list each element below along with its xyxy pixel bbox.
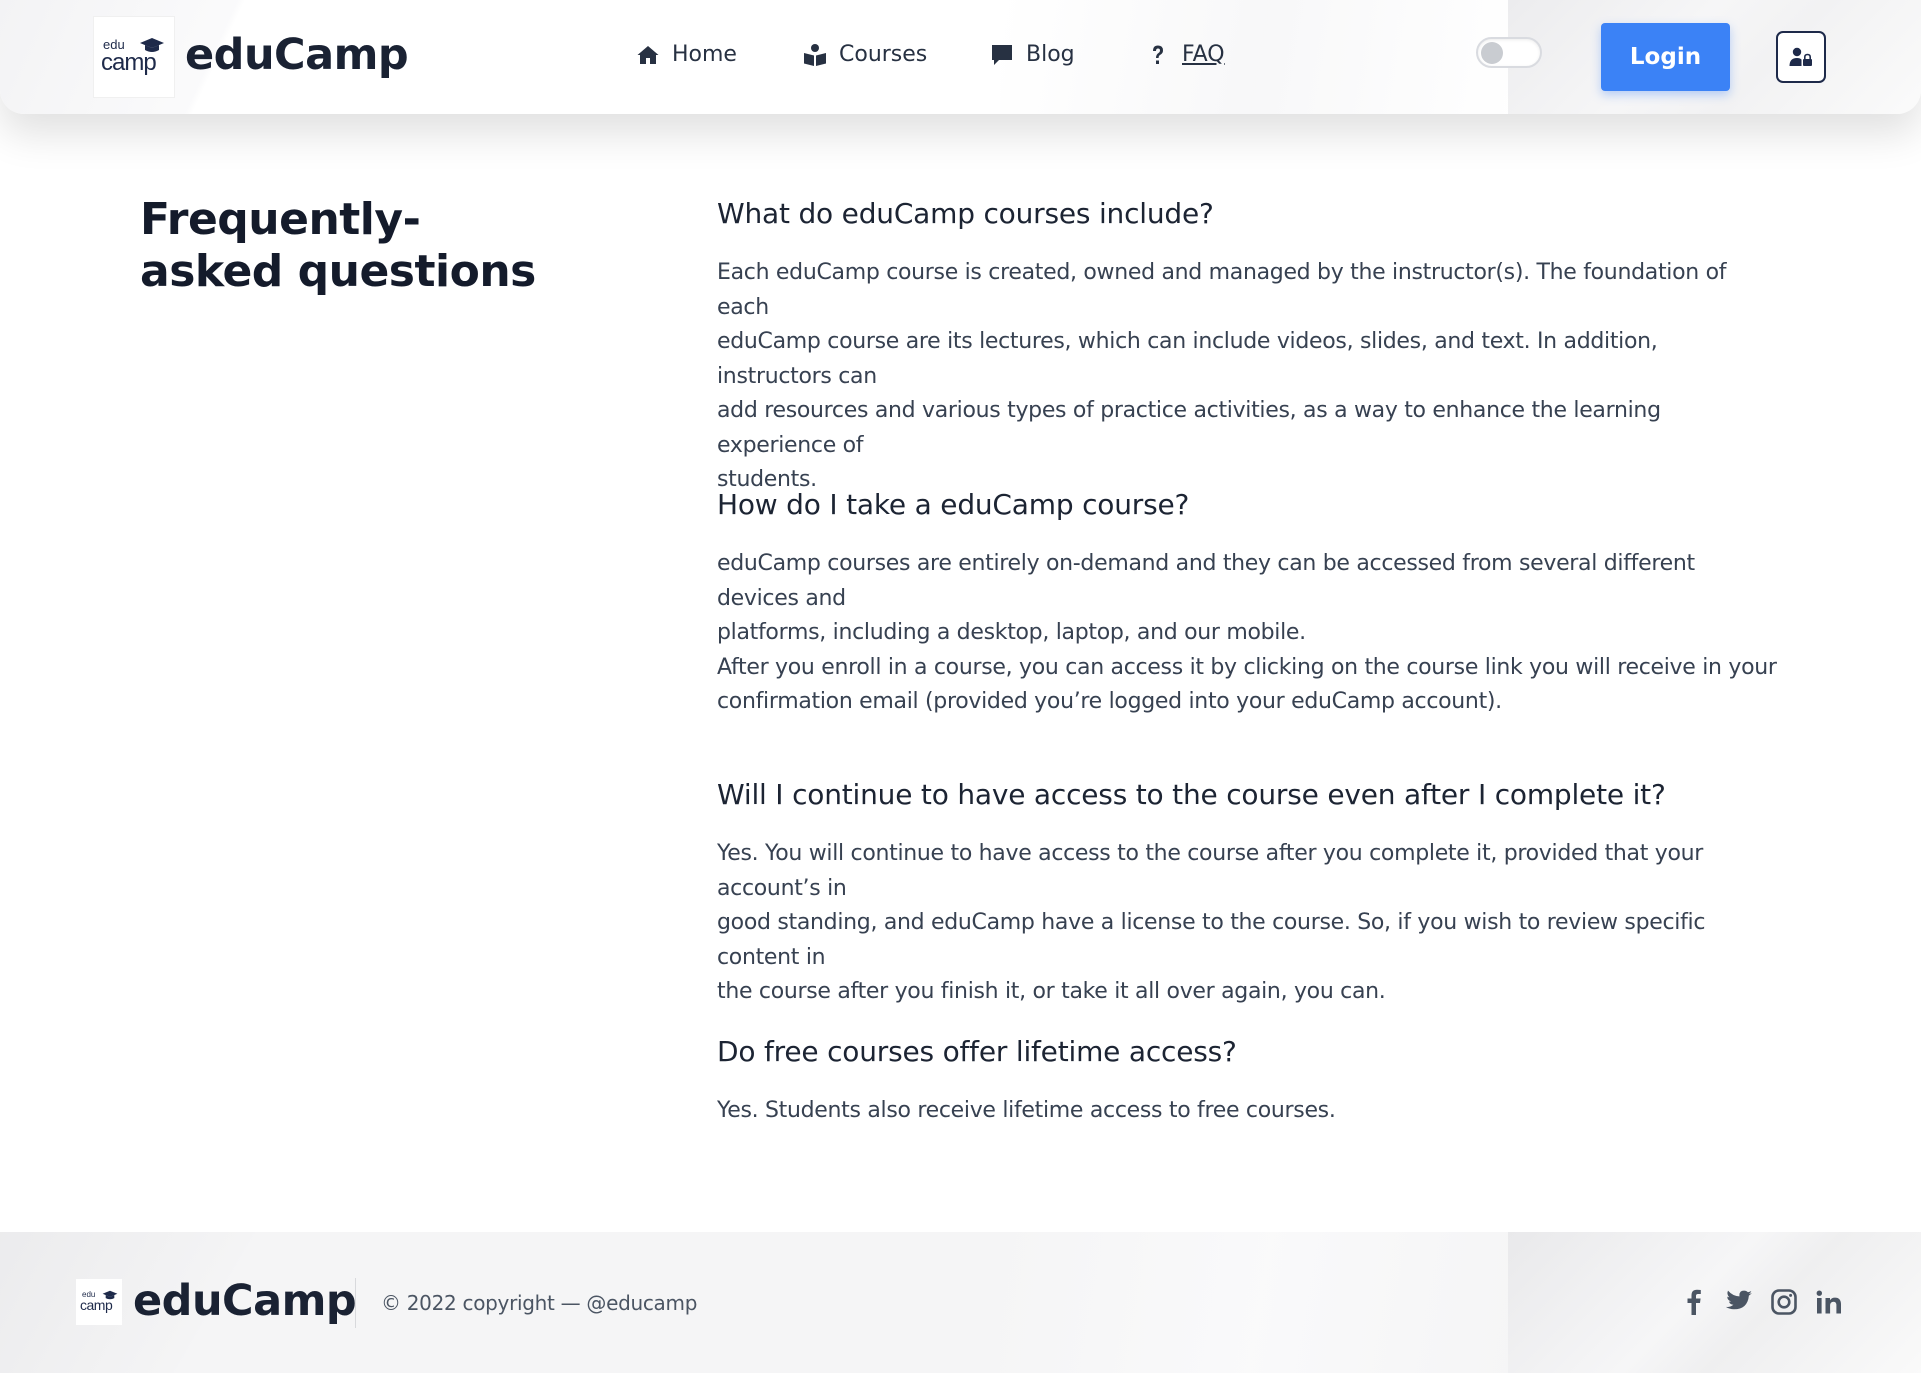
logo-camp-text: camp	[101, 49, 157, 76]
faq-answer-line: good standing, and eduCamp have a licens…	[717, 910, 1706, 970]
page-title: Frequently-asked questions	[140, 194, 536, 297]
footer-brand-name[interactable]: eduCamp	[133, 1276, 357, 1326]
footer-logo: edu camp	[80, 1290, 118, 1314]
faq-answer: Yes. Students also receive lifetime acce…	[717, 1094, 1777, 1129]
faq-answer-line: add resources and various types of pract…	[717, 398, 1661, 458]
faq-question: How do I take a eduCamp course?	[717, 488, 1190, 521]
twitter-icon	[1725, 1290, 1752, 1310]
faq-answer-line: platforms, including a desktop, laptop, …	[717, 620, 1306, 645]
linkedin-icon	[1816, 1290, 1841, 1314]
footer-logo-link[interactable]: edu camp	[76, 1279, 122, 1325]
linkedin-link[interactable]	[1815, 1288, 1843, 1316]
user-lock-icon	[1789, 47, 1812, 66]
faq-answer-line: eduCamp course are its lectures, which c…	[717, 329, 1658, 389]
user-account-button[interactable]	[1776, 31, 1826, 83]
faq-answer: Each eduCamp course is created, owned an…	[717, 256, 1777, 498]
nav-faq[interactable]: FAQ	[1146, 42, 1225, 67]
faq-item: How do I take a eduCamp course? eduCamp …	[717, 487, 1777, 720]
copyright-text: © 2022 copyright — @educamp	[381, 1291, 698, 1315]
nav-faq-label: FAQ	[1182, 42, 1225, 67]
book-reader-icon	[804, 43, 826, 66]
nav-home[interactable]: Home	[636, 42, 737, 67]
faq-item: Will I continue to have access to the co…	[717, 777, 1777, 1010]
nav-courses-label: Courses	[839, 42, 928, 67]
faq-question: Do free courses offer lifetime access?	[717, 1035, 1237, 1068]
twitter-link[interactable]	[1725, 1288, 1753, 1316]
theme-toggle[interactable]	[1476, 37, 1542, 68]
faq-answer: Yes. You will continue to have access to…	[717, 837, 1777, 1010]
footer-divider	[355, 1278, 356, 1328]
faq-answer-line: eduCamp courses are entirely on-demand a…	[717, 551, 1695, 611]
faq-answer-line: confirmation email (provided you’re logg…	[717, 689, 1502, 714]
facebook-icon	[1687, 1289, 1701, 1315]
faq-answer-line: Each eduCamp course is created, owned an…	[717, 260, 1727, 320]
nav-blog-label: Blog	[1026, 42, 1075, 67]
instagram-link[interactable]	[1770, 1288, 1798, 1316]
logo: edu camp	[101, 37, 167, 77]
site-header: edu camp eduCamp Home Courses Blog FAQ L…	[0, 0, 1921, 114]
site-footer: edu camp eduCamp © 2022 copyright — @edu…	[0, 1232, 1921, 1373]
footer-decoration	[1000, 1232, 1520, 1373]
header-decoration	[1000, 0, 1520, 114]
logo-link[interactable]: edu camp	[94, 17, 174, 97]
comment-icon	[992, 44, 1012, 65]
brand-name[interactable]: eduCamp	[185, 30, 409, 80]
footer-logo-camp-text: camp	[80, 1297, 113, 1313]
faq-question: What do eduCamp courses include?	[717, 197, 1214, 230]
question-icon	[1153, 45, 1163, 64]
faq-item: Do free courses offer lifetime access? Y…	[717, 1034, 1777, 1129]
login-button[interactable]: Login	[1601, 23, 1730, 91]
nav-blog[interactable]: Blog	[990, 42, 1075, 67]
footer-decoration	[1508, 1232, 1921, 1373]
faq-question: Will I continue to have access to the co…	[717, 778, 1666, 811]
faq-answer-line: the course after you finish it, or take …	[717, 979, 1386, 1004]
nav-courses[interactable]: Courses	[803, 42, 927, 67]
home-icon	[637, 45, 659, 64]
faq-item: What do eduCamp courses include? Each ed…	[717, 196, 1777, 498]
faq-answer: eduCamp courses are entirely on-demand a…	[717, 547, 1777, 720]
faq-answer-line: After you enroll in a course, you can ac…	[717, 654, 1777, 680]
toggle-knob	[1481, 42, 1503, 64]
instagram-icon	[1771, 1289, 1797, 1315]
nav-home-label: Home	[672, 42, 737, 67]
faq-answer-line: Yes. Students also receive lifetime acce…	[717, 1098, 1336, 1123]
faq-answer-line: Yes. You will continue to have access to…	[717, 841, 1704, 901]
facebook-link[interactable]	[1680, 1288, 1708, 1316]
